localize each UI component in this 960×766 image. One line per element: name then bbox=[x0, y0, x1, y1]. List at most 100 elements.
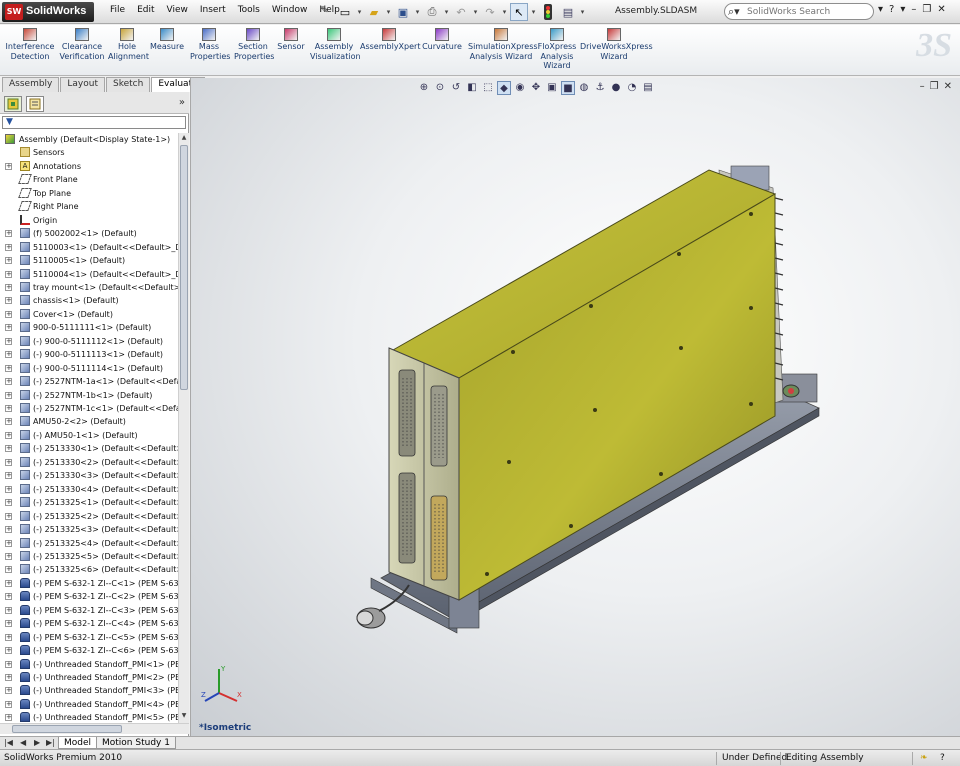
tree-item[interactable]: + (-) 900-0-5111112<1> (Default) bbox=[0, 335, 178, 348]
view-orientation-icon[interactable]: ⬚ bbox=[481, 81, 495, 95]
expand-toggle-icon[interactable]: + bbox=[5, 378, 12, 385]
menu-file[interactable]: File bbox=[104, 5, 131, 15]
tree-item[interactable]: + (-) PEM S-632-1 ZI--C<4> (PEM S-632- bbox=[0, 617, 178, 630]
hide-show-items-icon[interactable]: ◉ bbox=[513, 81, 527, 95]
open-folder-icon[interactable]: ▰ bbox=[365, 3, 383, 21]
menu-insert[interactable]: Insert bbox=[194, 5, 232, 15]
mount-fitting[interactable] bbox=[782, 384, 800, 398]
expand-toggle-icon[interactable]: + bbox=[5, 634, 12, 641]
expand-toggle-icon[interactable]: + bbox=[5, 351, 12, 358]
tab-motion-study-1[interactable]: Motion Study 1 bbox=[96, 737, 176, 749]
help-dropdown-icon[interactable]: ▾ bbox=[900, 4, 905, 15]
search-icon[interactable]: ⌕▾ bbox=[728, 5, 740, 19]
tree-item[interactable]: + tray mount<1> (Default<<Default>_Di bbox=[0, 281, 178, 294]
scroll-up-icon[interactable]: ▲ bbox=[180, 134, 188, 144]
tree-item[interactable]: +5110005<1> (Default) bbox=[0, 254, 178, 267]
expand-toggle-icon[interactable]: + bbox=[5, 432, 12, 439]
tree-item[interactable]: + (-) Unthreaded Standoff_PMI<2> (PEM bbox=[0, 671, 178, 684]
help-icon[interactable]: ? bbox=[889, 4, 894, 15]
tool-assemblyxpert[interactable]: AssemblyXpert bbox=[360, 28, 420, 52]
expand-toggle-icon[interactable]: + bbox=[5, 661, 12, 668]
tree-item[interactable]: +5110004<1> (Default<<Default>_Disp bbox=[0, 268, 178, 281]
tab-assembly[interactable]: Assembly bbox=[2, 77, 60, 92]
solidworks-search[interactable]: ⌕▾ bbox=[724, 3, 874, 20]
print-icon[interactable]: ⎙ bbox=[423, 3, 441, 21]
search-options-icon[interactable]: ▾ bbox=[878, 4, 883, 15]
tree-item[interactable]: + chassis<1> (Default) bbox=[0, 294, 178, 307]
tree-item[interactable]: + (-) Unthreaded Standoff_PMI<3> (PEM bbox=[0, 684, 178, 697]
menu-window[interactable]: Window bbox=[266, 5, 314, 15]
expand-toggle-icon[interactable]: + bbox=[5, 553, 12, 560]
tool-floxpress[interactable]: FloXpress Analysis Wizard bbox=[536, 28, 578, 71]
first-tab-arrow-icon[interactable]: |◀ bbox=[4, 738, 13, 747]
tree-item[interactable]: + (-) 900-0-5111114<1> (Default) bbox=[0, 362, 178, 375]
expand-toggle-icon[interactable]: + bbox=[5, 714, 12, 721]
save-dropdown-icon[interactable]: ▾ bbox=[414, 3, 421, 21]
expand-toggle-icon[interactable]: + bbox=[5, 230, 12, 237]
viewport-close-icon[interactable]: ✕ bbox=[944, 81, 952, 92]
new-document-icon[interactable]: ▭ bbox=[336, 3, 354, 21]
prev-tab-arrow-icon[interactable]: ◀ bbox=[20, 738, 26, 747]
status-help-icon[interactable]: ? bbox=[940, 753, 945, 763]
apply-scene-icon[interactable]: ▣ bbox=[545, 81, 559, 95]
feature-tree-filter[interactable]: ▼ bbox=[2, 116, 186, 129]
select-pointer-icon[interactable]: ↖ bbox=[510, 3, 528, 21]
expand-toggle-icon[interactable]: + bbox=[5, 647, 12, 654]
tree-item[interactable]: + (-) PEM S-632-1 ZI--C<1> (PEM S-632- bbox=[0, 577, 178, 590]
expand-toggle-icon[interactable]: + bbox=[5, 593, 12, 600]
expand-toggle-icon[interactable]: + bbox=[5, 418, 12, 425]
feature-tree-vertical-scrollbar[interactable]: ▲ ▼ bbox=[178, 133, 189, 723]
tree-item[interactable]: + AMU50-2<2> (Default) bbox=[0, 415, 178, 428]
tree-item[interactable]: + (-) Unthreaded Standoff_PMI<1> (PEM bbox=[0, 658, 178, 671]
tree-item[interactable]: + (-) 2513325<5> (Default<<Default>_D bbox=[0, 550, 178, 563]
graphics-area[interactable]: ⊕ ⊙ ↺ ◧ ⬚ ◆ ◉ ✥ ▣ ■ ◍ ⚓ ● ◔ ▤ – ❐ ✕ Y X … bbox=[190, 78, 960, 736]
restore-icon[interactable]: ❐ bbox=[922, 4, 931, 15]
zoom-to-area-icon[interactable]: ⊙ bbox=[433, 81, 447, 95]
tab-sketch[interactable]: Sketch bbox=[106, 77, 151, 92]
options-icon[interactable]: ▤ bbox=[559, 3, 577, 21]
tree-item[interactable]: Right Plane bbox=[0, 200, 178, 213]
last-tab-arrow-icon[interactable]: ▶| bbox=[46, 738, 55, 747]
expand-toggle-icon[interactable]: + bbox=[5, 499, 12, 506]
expand-toggle-icon[interactable]: + bbox=[5, 486, 12, 493]
tree-item[interactable]: + (-) 2513325<2> (Default<<Default>_D bbox=[0, 510, 178, 523]
minimize-icon[interactable]: – bbox=[911, 4, 916, 15]
tree-item[interactable]: Front Plane bbox=[0, 173, 178, 186]
scroll-thumb[interactable] bbox=[180, 145, 188, 390]
tree-item[interactable]: + (-) PEM S-632-1 ZI--C<6> (PEM S-632- bbox=[0, 644, 178, 657]
tool-hole-alignment[interactable]: Hole Alignment bbox=[108, 28, 149, 61]
hscroll-thumb[interactable] bbox=[12, 725, 122, 733]
expand-toggle-icon[interactable]: + bbox=[5, 472, 12, 479]
view-settings-icon[interactable]: ◍ bbox=[577, 81, 591, 95]
tree-item[interactable]: + (-) 2513325<1> (Default<<Default>_D bbox=[0, 496, 178, 509]
viewport-minimize-icon[interactable]: – bbox=[920, 81, 925, 92]
edit-appearance-icon[interactable]: ✥ bbox=[529, 81, 543, 95]
tree-item[interactable]: + (-) Unthreaded Standoff_PMI<5> (PEM bbox=[0, 711, 178, 723]
expand-toggle-icon[interactable]: + bbox=[5, 513, 12, 520]
expand-toggle-icon[interactable]: + bbox=[5, 445, 12, 452]
tree-item[interactable]: +5110003<1> (Default<<Default>_Disp bbox=[0, 241, 178, 254]
expand-toggle-icon[interactable]: + bbox=[5, 580, 12, 587]
tree-item[interactable]: + (-) 900-0-5111113<1> (Default) bbox=[0, 348, 178, 361]
appearance-icon[interactable]: ● bbox=[609, 81, 623, 95]
expand-panel-icon[interactable]: » bbox=[179, 97, 185, 108]
expand-toggle-icon[interactable]: + bbox=[5, 540, 12, 547]
tree-item[interactable]: Sensors bbox=[0, 146, 178, 159]
expand-toggle-icon[interactable]: + bbox=[5, 459, 12, 466]
open-dropdown-icon[interactable]: ▾ bbox=[385, 3, 392, 21]
expand-toggle-icon[interactable]: + bbox=[5, 674, 12, 681]
tool-assembly-visualization[interactable]: Assembly Visualization bbox=[310, 28, 361, 61]
shaded-with-edges-icon[interactable]: ■ bbox=[561, 81, 575, 95]
expand-toggle-icon[interactable]: + bbox=[5, 257, 12, 264]
tree-item[interactable]: + (-) 2513330<2> (Default<<Default>_D bbox=[0, 456, 178, 469]
feature-tree-tab-icon[interactable] bbox=[4, 96, 22, 112]
property-manager-tab-icon[interactable] bbox=[26, 96, 44, 112]
rebuild-traffic-light-icon[interactable] bbox=[539, 3, 557, 21]
expand-toggle-icon[interactable]: + bbox=[5, 297, 12, 304]
expand-toggle-icon[interactable]: + bbox=[5, 687, 12, 694]
expand-toggle-icon[interactable]: + bbox=[5, 324, 12, 331]
undo-icon[interactable]: ↶ bbox=[452, 3, 470, 21]
tree-item[interactable]: + (-) 2513325<4> (Default<<Default>_D bbox=[0, 537, 178, 550]
tree-item[interactable]: + (-) AMU50-1<1> (Default) bbox=[0, 429, 178, 442]
menu-view[interactable]: View bbox=[161, 5, 194, 15]
